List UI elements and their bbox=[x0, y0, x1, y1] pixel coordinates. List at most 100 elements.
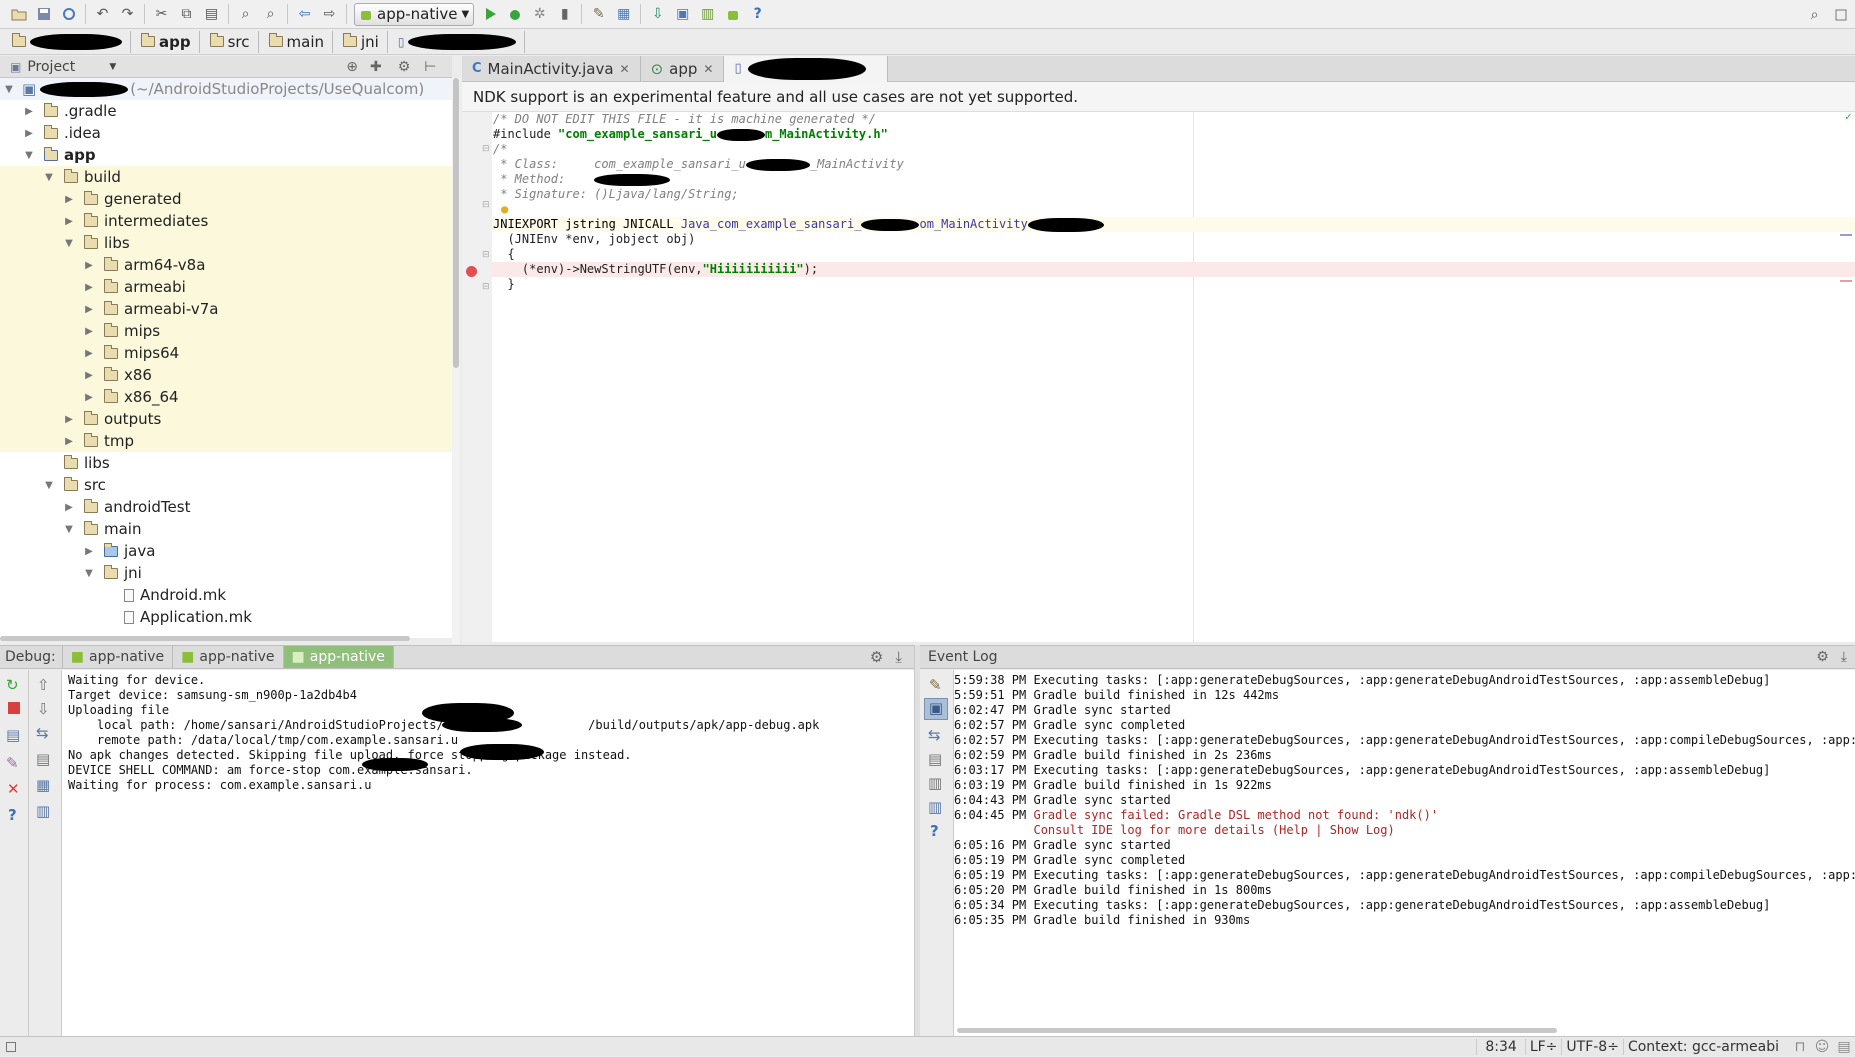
debug-tab[interactable]: ■ app-native bbox=[63, 646, 174, 668]
code-editor[interactable]: ✓ /* DO NOT EDIT THIS FILE - it is machi… bbox=[492, 110, 1855, 642]
debug-tab[interactable]: ■ app-native bbox=[173, 646, 284, 668]
view-breakpoints-icon[interactable]: ▤ bbox=[6, 726, 20, 744]
cut-icon[interactable]: ✂ bbox=[149, 2, 174, 27]
tree-item[interactable]: ▶ x86 bbox=[0, 364, 452, 386]
breadcrumb-project[interactable] bbox=[6, 30, 131, 53]
chevron-right-icon[interactable]: ▶ bbox=[22, 106, 36, 117]
context-selector[interactable]: Context: gcc-armeabi bbox=[1622, 1038, 1789, 1055]
forward-icon[interactable]: ⇨ bbox=[317, 2, 342, 27]
rerun-icon[interactable]: ↻ bbox=[6, 676, 19, 694]
event-log-error-text[interactable]: Consult IDE log for more details (Help |… bbox=[1033, 823, 1394, 837]
back-icon[interactable]: ⇦ bbox=[292, 2, 317, 27]
gear-icon[interactable]: ⚙ bbox=[870, 648, 883, 666]
tree-item[interactable]: ▶ armeabi-v7a bbox=[0, 298, 452, 320]
tab-jni-source[interactable]: ▯ bbox=[724, 55, 889, 82]
sync-icon[interactable] bbox=[56, 2, 81, 27]
chevron-right-icon[interactable]: ▶ bbox=[62, 194, 76, 205]
file-encoding[interactable]: UTF-8÷ bbox=[1561, 1038, 1623, 1055]
scroll-to-end-icon[interactable]: ▤ bbox=[36, 750, 50, 768]
open-icon[interactable] bbox=[6, 2, 31, 27]
clear-icon[interactable]: ▥ bbox=[928, 798, 942, 816]
chevron-right-icon[interactable]: ▶ bbox=[82, 260, 96, 271]
chevron-right-icon[interactable]: ▶ bbox=[82, 546, 96, 557]
project-view-select[interactable]: Project bbox=[27, 59, 109, 75]
tab-app[interactable]: ⊙ app ✕ bbox=[641, 55, 725, 82]
inspector-icon[interactable]: ☺ bbox=[1811, 1037, 1833, 1057]
chevron-down-icon[interactable]: ▼ bbox=[62, 238, 76, 249]
mute-breakpoints-icon[interactable]: ✎ bbox=[6, 754, 19, 772]
tree-item[interactable]: ▶ generated bbox=[0, 188, 452, 210]
chevron-right-icon[interactable]: ▶ bbox=[62, 502, 76, 513]
android-device-monitor-icon[interactable]: ▥ bbox=[695, 2, 720, 27]
help-icon[interactable]: ? bbox=[930, 822, 939, 840]
tree-item[interactable]: ▼ app bbox=[0, 144, 452, 166]
tree-item[interactable]: ▶ arm64-v8a bbox=[0, 254, 452, 276]
run-icon[interactable] bbox=[477, 2, 502, 27]
chevron-down-icon[interactable]: ▼ bbox=[109, 62, 116, 72]
clear-icon[interactable]: ▥ bbox=[36, 802, 50, 820]
tree-item[interactable]: libs bbox=[0, 452, 452, 474]
gear-icon[interactable]: ⚙ bbox=[398, 59, 411, 75]
tree-item[interactable]: ▶ outputs bbox=[0, 408, 452, 430]
copy-icon[interactable]: ⧉ bbox=[174, 2, 199, 27]
chevron-right-icon[interactable]: ▶ bbox=[82, 326, 96, 337]
tree-item[interactable]: ▶ x86_64 bbox=[0, 386, 452, 408]
tree-root[interactable]: ▼ ▣ (~/AndroidStudioProjects/UseQualcom) bbox=[0, 78, 452, 100]
mark-read-icon[interactable]: ▥ bbox=[928, 774, 942, 792]
undo-icon[interactable]: ↶ bbox=[90, 2, 115, 27]
user-icon[interactable] bbox=[1828, 2, 1853, 27]
chevron-down-icon[interactable]: ▼ bbox=[82, 568, 96, 579]
chevron-right-icon[interactable]: ▶ bbox=[82, 304, 96, 315]
scroll-to-end-icon[interactable]: ▤ bbox=[928, 750, 942, 768]
down-icon[interactable]: ⇩ bbox=[37, 700, 50, 718]
collapse-all-icon[interactable]: ✚ bbox=[370, 59, 382, 75]
chevron-down-icon[interactable]: ▼ bbox=[42, 172, 56, 183]
tree-item[interactable]: ▼ jni bbox=[0, 562, 452, 584]
breadcrumb-main[interactable]: main bbox=[263, 30, 333, 53]
event-log-icon[interactable]: ▤ bbox=[1833, 1037, 1855, 1057]
chevron-down-icon[interactable]: ▼ bbox=[62, 524, 76, 535]
tree-item[interactable]: ▶ mips64 bbox=[0, 342, 452, 364]
chevron-down-icon[interactable]: ▼ bbox=[22, 150, 36, 161]
gradle-sync-icon[interactable]: ⇩ bbox=[645, 2, 670, 27]
find-icon[interactable]: ⌕ bbox=[233, 2, 258, 27]
caret-position[interactable]: 8:34 bbox=[1476, 1038, 1524, 1055]
up-icon[interactable]: ⇧ bbox=[37, 676, 50, 694]
debug-icon[interactable] bbox=[502, 2, 527, 27]
tree-item[interactable]: ▶ intermediates bbox=[0, 210, 452, 232]
attach-debugger-icon[interactable]: ✲ bbox=[527, 2, 552, 27]
fold-icon[interactable]: ⊟ bbox=[482, 250, 490, 260]
chevron-right-icon[interactable]: ▶ bbox=[22, 128, 36, 139]
debug-console[interactable]: Waiting for device. Target device: samsu… bbox=[62, 670, 914, 1036]
scroll-from-source-icon[interactable]: ⊕ bbox=[346, 59, 358, 75]
chevron-right-icon[interactable]: ▶ bbox=[62, 216, 76, 227]
tree-item[interactable]: ▶ .idea bbox=[0, 122, 452, 144]
tree-item[interactable]: ▶ armeabi bbox=[0, 276, 452, 298]
breadcrumb-jni[interactable]: jni bbox=[337, 30, 388, 53]
search-everywhere-icon[interactable]: ⌕ bbox=[1802, 2, 1827, 27]
tool-windows-icon[interactable] bbox=[0, 1037, 22, 1057]
tree-item[interactable]: ▼ libs bbox=[0, 232, 452, 254]
tree-item[interactable]: Application.mk bbox=[0, 606, 452, 628]
project-structure-icon[interactable]: ✎ bbox=[586, 2, 611, 27]
lightbulb-icon[interactable]: ● bbox=[501, 202, 508, 216]
hide-panel-icon[interactable]: ⊢ bbox=[424, 59, 436, 75]
tab-mainactivity[interactable]: C MainActivity.java ✕ bbox=[462, 55, 641, 82]
project-hscrollbar[interactable] bbox=[0, 636, 410, 641]
fold-icon[interactable]: ⊟ bbox=[482, 282, 490, 292]
chevron-down-icon[interactable]: ▼ bbox=[42, 480, 56, 491]
breadcrumb-src[interactable]: src bbox=[204, 30, 259, 53]
gear-icon[interactable]: ⚙ bbox=[1816, 649, 1829, 665]
hide-panel-icon[interactable]: ⤓ bbox=[895, 648, 902, 666]
project-scrollbar[interactable] bbox=[452, 78, 460, 644]
android-icon[interactable] bbox=[720, 2, 745, 27]
avd-manager-icon[interactable]: ▣ bbox=[670, 2, 695, 27]
tree-item[interactable]: ▶ .gradle bbox=[0, 100, 452, 122]
breadcrumb-file[interactable]: ▯ bbox=[392, 30, 526, 53]
line-separator[interactable]: LF÷ bbox=[1524, 1038, 1562, 1055]
fold-icon[interactable]: ⊟ bbox=[482, 144, 490, 154]
stop-icon[interactable]: ▮ bbox=[552, 2, 577, 27]
help-icon[interactable]: ? bbox=[8, 806, 17, 824]
chevron-right-icon[interactable]: ▶ bbox=[82, 392, 96, 403]
tree-item[interactable]: ▶ tmp bbox=[0, 430, 452, 452]
